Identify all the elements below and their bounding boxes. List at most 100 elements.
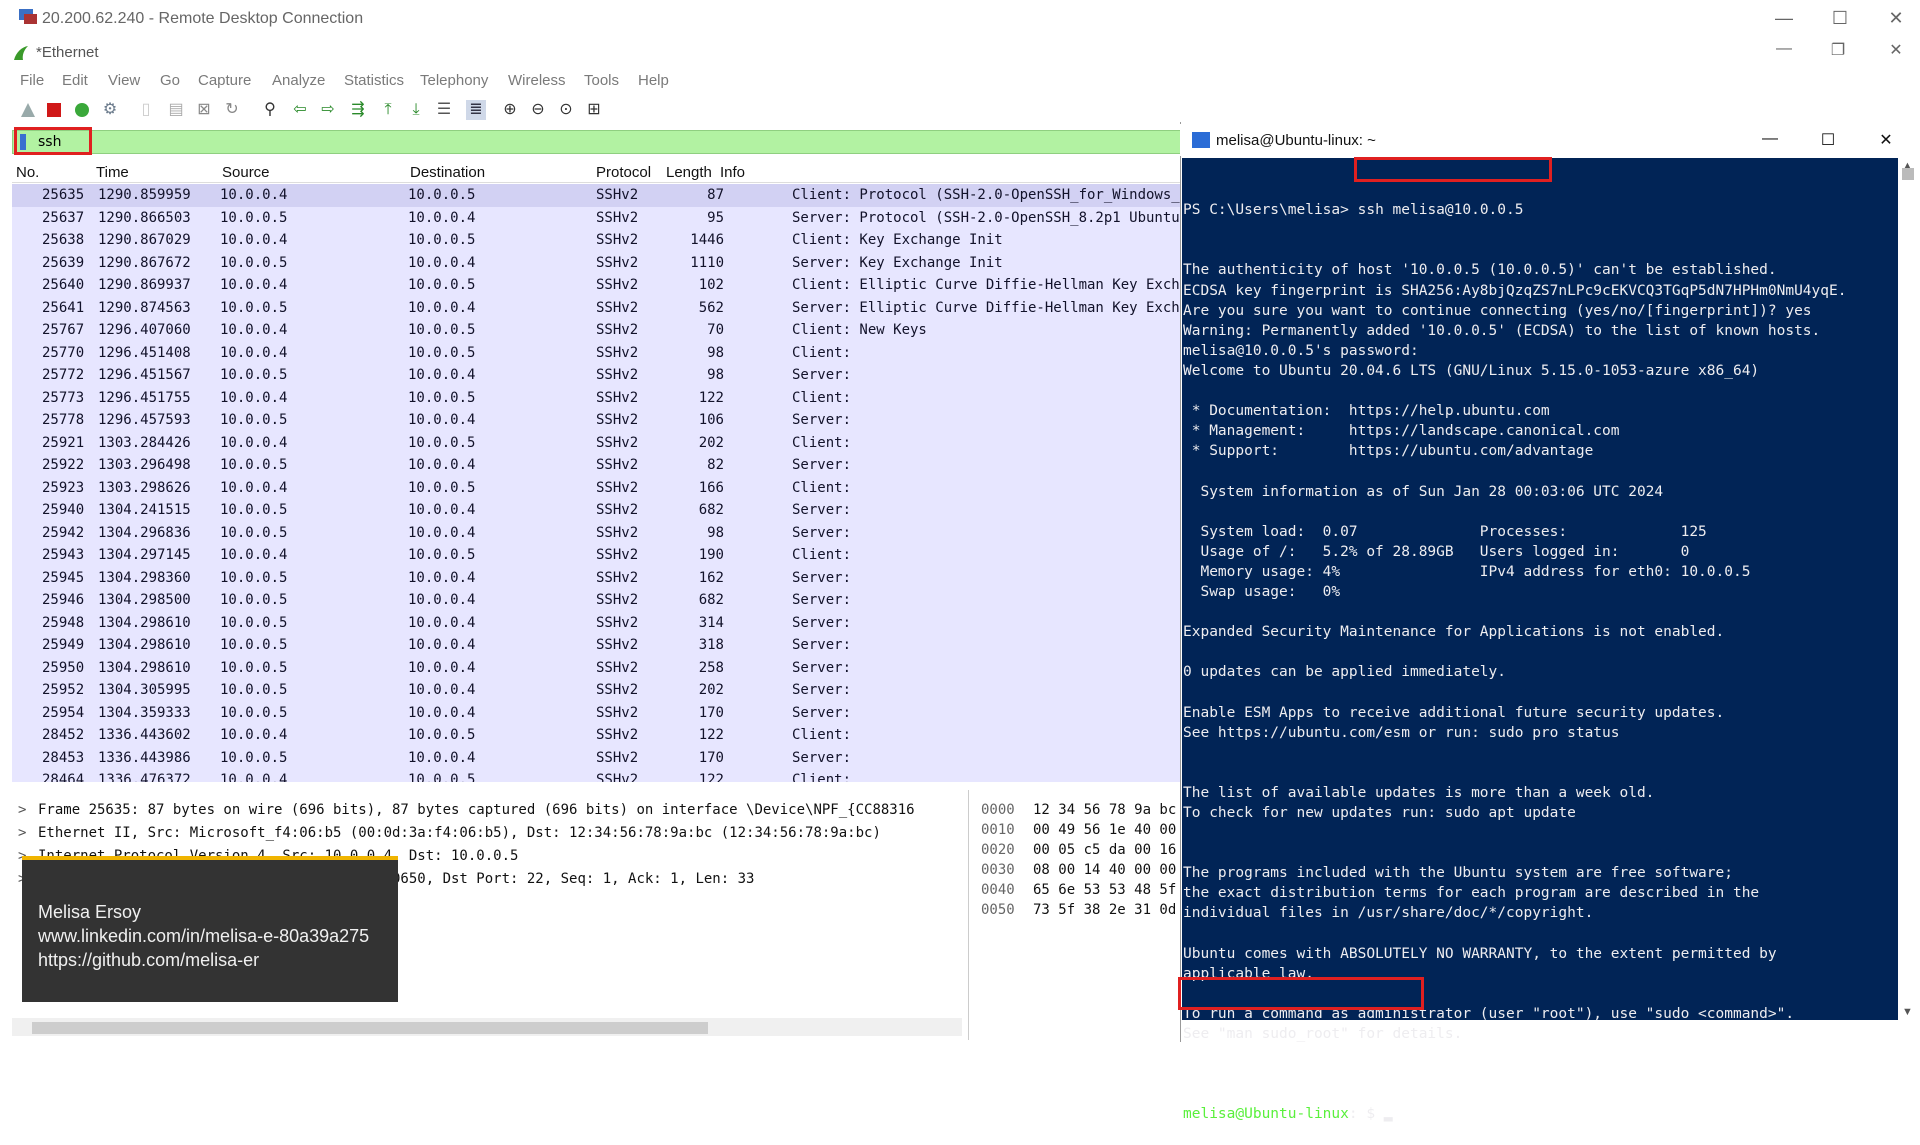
zoom-out-icon[interactable]: ⊖ — [528, 100, 548, 120]
packet-bytes-pane[interactable]: 0000 12 34 56 78 9a bc 0010 00 49 56 1e … — [968, 790, 1179, 1040]
menu-statistics[interactable]: Statistics — [344, 72, 404, 89]
resize-columns-icon[interactable]: ⊞ — [584, 100, 604, 120]
packet-row[interactable]: 25641 1290.874563 10.0.0.5 10.0.0.4 SSHv2 562… — [12, 296, 1182, 319]
packet-row[interactable]: 25923 1303.298626 10.0.0.4 10.0.0.5 SSHv2 166… — [12, 476, 1182, 499]
hex-bytes[interactable]: 73 5f 38 2e 31 0d — [1033, 902, 1176, 918]
menu-wireless[interactable]: Wireless — [508, 72, 566, 89]
last-packet-icon[interactable]: ⤓ — [406, 100, 426, 120]
hex-bytes[interactable]: 12 34 56 78 9a bc — [1033, 802, 1176, 818]
packet-row[interactable]: 25635 1290.859959 10.0.0.4 10.0.0.5 SSHv2 87 C… — [12, 184, 1182, 207]
term-minimize-button[interactable]: — — [1750, 130, 1790, 148]
start-capture-icon[interactable] — [18, 100, 38, 120]
first-packet-icon[interactable]: ⤒ — [378, 100, 398, 120]
col-destination[interactable]: Destination — [410, 164, 485, 181]
packet-row[interactable]: 25772 1296.451567 10.0.0.5 10.0.0.4 SSHv2 98 S… — [12, 364, 1182, 387]
zoom-in-icon[interactable]: ⊕ — [500, 100, 520, 120]
menu-capture[interactable]: Capture — [198, 72, 251, 89]
menu-edit[interactable]: Edit — [62, 72, 88, 89]
hex-offset: 0000 — [981, 802, 1015, 818]
go-to-packet-icon[interactable]: ⇶ — [348, 100, 368, 120]
menu-tools[interactable]: Tools — [584, 72, 619, 89]
menu-help[interactable]: Help — [638, 72, 669, 89]
ws-restore-button[interactable]: ❐ — [1818, 40, 1858, 60]
hex-bytes[interactable]: 08 00 14 40 00 00 — [1033, 862, 1176, 878]
reload-file-icon[interactable]: ↻ — [222, 100, 242, 120]
restart-capture-icon[interactable] — [72, 100, 92, 120]
packet-row[interactable]: 25638 1290.867029 10.0.0.4 10.0.0.5 SSHv2 144… — [12, 229, 1182, 252]
find-packet-icon[interactable]: ⚲ — [260, 100, 280, 120]
col-source[interactable]: Source — [222, 164, 270, 181]
close-file-icon[interactable]: ⊠ — [194, 100, 214, 120]
packet-row[interactable]: 25946 1304.298500 10.0.0.5 10.0.0.4 SSHv2 682… — [12, 589, 1182, 612]
packet-no: 25640 — [42, 277, 85, 293]
save-file-icon[interactable]: ▤ — [166, 100, 186, 120]
col-length[interactable]: Length — [666, 164, 712, 181]
terminal-scrollbar[interactable]: ▲ ▼ — [1898, 158, 1918, 1020]
packet-len: 682 — [698, 502, 724, 518]
packet-row[interactable]: 25767 1296.407060 10.0.0.4 10.0.0.5 SSHv2 70 C… — [12, 319, 1182, 342]
ws-close-button[interactable]: ✕ — [1876, 40, 1916, 60]
scrollbar-thumb[interactable] — [32, 1022, 708, 1034]
hex-bytes[interactable]: 65 6e 53 53 48 5f — [1033, 882, 1176, 898]
autoscroll-icon[interactable]: ☰ — [434, 100, 454, 120]
col-time[interactable]: Time — [96, 164, 129, 181]
packet-row[interactable]: 25922 1303.296498 10.0.0.5 10.0.0.4 SSHv2 82 S… — [12, 454, 1182, 477]
packet-row[interactable]: 25921 1303.284426 10.0.0.4 10.0.0.5 SSHv2 202… — [12, 431, 1182, 454]
ws-minimize-button[interactable]: — — [1764, 40, 1804, 58]
packet-len: 122 — [698, 727, 724, 743]
col-protocol[interactable]: Protocol — [596, 164, 651, 181]
packet-info: Client: — [792, 434, 852, 451]
go-forward-icon[interactable]: ⇨ — [318, 100, 338, 120]
col-info[interactable]: Info — [720, 164, 745, 181]
packet-row[interactable]: 25952 1304.305995 10.0.0.5 10.0.0.4 SSHv2 202… — [12, 679, 1182, 702]
filter-highlight-box — [14, 127, 92, 155]
colorize-icon[interactable]: ≣ — [466, 100, 486, 120]
packet-row[interactable]: 25949 1304.298610 10.0.0.5 10.0.0.4 SSHv2 318… — [12, 634, 1182, 657]
capture-options-icon[interactable]: ⚙ — [100, 100, 120, 120]
go-back-icon[interactable]: ⇦ — [290, 100, 310, 120]
rdp-close-button[interactable]: ✕ — [1876, 8, 1916, 29]
packet-row[interactable]: 25640 1290.869937 10.0.0.4 10.0.0.5 SSHv2 102… — [12, 274, 1182, 297]
packet-row[interactable]: 25948 1304.298610 10.0.0.5 10.0.0.4 SSHv2 314… — [12, 611, 1182, 634]
packet-row[interactable]: 25943 1304.297145 10.0.0.4 10.0.0.5 SSHv2 190… — [12, 544, 1182, 567]
packet-row[interactable]: 25639 1290.867672 10.0.0.5 10.0.0.4 SSHv2 111… — [12, 251, 1182, 274]
hex-offset: 0040 — [981, 882, 1015, 898]
menu-go[interactable]: Go — [160, 72, 180, 89]
packet-no: 25954 — [42, 704, 85, 721]
menu-file[interactable]: File — [20, 72, 44, 89]
packet-list[interactable]: 25635 1290.859959 10.0.0.4 10.0.0.5 SSHv2 87 C… — [12, 184, 1182, 782]
packet-row[interactable]: 25770 1296.451408 10.0.0.4 10.0.0.5 SSHv2 98 C… — [12, 341, 1182, 364]
menu-view[interactable]: View — [108, 72, 140, 89]
packet-row[interactable]: 25942 1304.296836 10.0.0.5 10.0.0.4 SSHv2 98 S… — [12, 521, 1182, 544]
rdp-maximize-button[interactable]: ☐ — [1820, 8, 1860, 29]
normal-size-icon[interactable]: ⊙ — [556, 100, 576, 120]
menu-telephony[interactable]: Telephony — [420, 72, 488, 89]
packet-row[interactable]: 28464 1336.476372 10.0.0.4 10.0.0.5 SSHv2 122… — [12, 769, 1182, 782]
packet-row[interactable]: 25945 1304.298360 10.0.0.5 10.0.0.4 SSHv2 162… — [12, 566, 1182, 589]
packet-proto: SSHv2 — [596, 209, 639, 226]
packet-row[interactable]: 28452 1336.443602 10.0.0.4 10.0.0.5 SSHv2 122… — [12, 724, 1182, 747]
menu-analyze[interactable]: Analyze — [272, 72, 325, 89]
term-maximize-button[interactable]: ☐ — [1808, 130, 1848, 150]
hex-bytes[interactable]: 00 49 56 1e 40 00 — [1033, 822, 1176, 838]
packet-dst: 10.0.0.5 — [408, 277, 476, 293]
packet-row[interactable]: 25950 1304.298610 10.0.0.5 10.0.0.4 SSHv2 258… — [12, 656, 1182, 679]
col-no[interactable]: No. — [16, 164, 39, 181]
packet-row[interactable]: 25773 1296.451755 10.0.0.4 10.0.0.5 SSHv2 122… — [12, 386, 1182, 409]
packet-row[interactable]: 25637 1290.866503 10.0.0.5 10.0.0.4 SSHv2 95 S… — [12, 206, 1182, 229]
rdp-minimize-button[interactable]: — — [1764, 8, 1804, 29]
packet-proto: SSHv2 — [596, 569, 639, 586]
packet-len: 170 — [698, 749, 724, 766]
packet-row[interactable]: 25778 1296.457593 10.0.0.5 10.0.0.4 SSHv2 106… — [12, 409, 1182, 432]
hex-bytes[interactable]: 00 05 c5 da 00 16 — [1033, 842, 1176, 858]
open-file-icon[interactable]: ▯ — [136, 100, 156, 120]
stop-capture-icon[interactable] — [44, 100, 64, 120]
terminal-prompt-line[interactable]: melisa@Ubuntu-linux: $ ▂ — [1183, 1104, 1895, 1124]
packet-row[interactable]: 25940 1304.241515 10.0.0.5 10.0.0.4 SSHv2 682… — [12, 499, 1182, 522]
term-close-button[interactable]: ✕ — [1866, 130, 1906, 150]
packet-row[interactable]: 28453 1336.443986 10.0.0.5 10.0.0.4 SSHv2 170… — [12, 746, 1182, 769]
packet-row[interactable]: 25954 1304.359333 10.0.0.5 10.0.0.4 SSHv2 170… — [12, 701, 1182, 724]
display-filter-bar[interactable] — [12, 130, 1184, 154]
